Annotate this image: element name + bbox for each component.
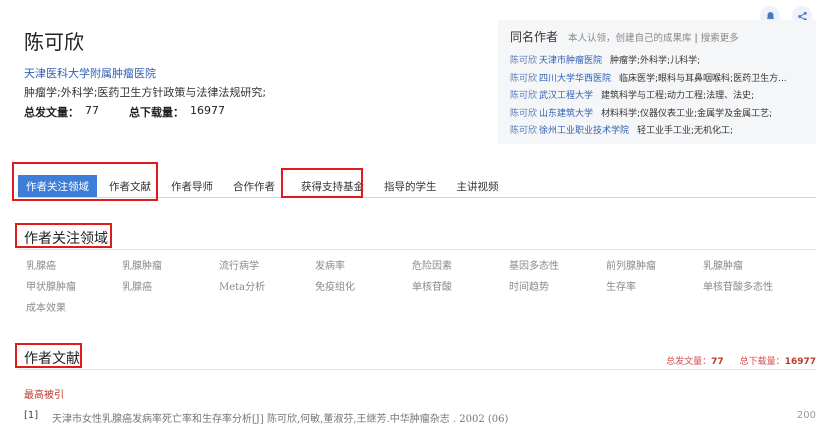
keyword-link[interactable]: 免疫组化 (315, 278, 355, 293)
keyword-link[interactable]: 前列腺肿瘤 (606, 257, 656, 272)
focus-divider (18, 249, 816, 250)
keyword-link[interactable]: 乳腺癌 (122, 278, 152, 293)
total-pub-value: 77 (85, 104, 99, 117)
claim-text[interactable]: 本人认领，创建自己的成果库 (568, 33, 692, 44)
same-name-row[interactable]: 陈可欣 山东建筑大学 材料科学;仪器仪表工业;金属学及金属工艺; (510, 106, 804, 124)
highlight-box-literature-title (15, 343, 82, 368)
same-name-subtitle: 本人认领，创建自己的成果库 | 搜索更多 (568, 30, 739, 44)
tab-mentors[interactable]: 作者导师 (163, 175, 221, 197)
reference-number: [1] (24, 410, 39, 421)
highlight-box-tab-funds (281, 168, 363, 198)
same-name-author[interactable]: 陈可欣 (510, 53, 539, 71)
total-pub-label: 总发文量： (24, 106, 79, 119)
same-name-institution[interactable]: 四川大学华西医院 (539, 71, 611, 89)
same-name-institution[interactable]: 山东建筑大学 (539, 106, 593, 124)
lit-pub-value: 77 (711, 357, 724, 367)
same-name-author[interactable]: 陈可欣 (510, 123, 539, 141)
same-name-fields: 轻工业手工业;无机化工; (637, 126, 734, 136)
author-name: 陈可欣 (24, 30, 84, 54)
same-name-author[interactable]: 陈可欣 (510, 71, 539, 89)
same-name-author[interactable]: 陈可欣 (510, 88, 539, 106)
keyword-link[interactable]: 发病率 (315, 257, 345, 272)
total-dl-value: 16977 (190, 104, 225, 117)
same-name-fields: 肿瘤学;外科学;儿科学; (610, 56, 701, 66)
same-name-fields: 临床医学;眼科与耳鼻咽喉科;医药卫生方... (619, 73, 787, 84)
same-name-author[interactable]: 陈可欣 (510, 106, 539, 124)
most-cited-label[interactable]: 最高被引 (24, 386, 64, 401)
tab-coauthors[interactable]: 合作作者 (225, 175, 283, 197)
same-name-fields: 建筑科学与工程;动力工程;法理、法史; (601, 91, 755, 101)
reference-citation-count: 200 (796, 410, 816, 421)
keyword-link[interactable]: Meta分析 (219, 278, 265, 293)
keyword-link[interactable]: 基因多态性 (509, 257, 559, 272)
same-name-row[interactable]: 陈可欣 武汉工程大学 建筑科学与工程;动力工程;法理、法史; (510, 88, 804, 106)
highlight-box-focus-title (15, 223, 112, 248)
lit-dl-label: 总下载量： (739, 357, 785, 367)
keyword-link[interactable]: 乳腺肿瘤 (703, 257, 743, 272)
search-more-link[interactable]: 搜索更多 (701, 33, 739, 44)
same-name-row[interactable]: 陈可欣 四川大学华西医院 临床医学;眼科与耳鼻咽喉科;医药卫生方... (510, 71, 804, 89)
keyword-link[interactable]: 危险因素 (412, 257, 452, 272)
reference-item[interactable]: [1] 天津市女性乳腺癌发病率死亡率和生存率分析[J] 陈可欣,何敏,董淑芬,王… (24, 410, 816, 425)
author-fields: 肿瘤学;外科学;医药卫生方针政策与法律法规研究; (24, 86, 267, 99)
keyword-link[interactable]: 时间趋势 (509, 278, 549, 293)
same-name-institution[interactable]: 徐州工业职业技术学院 (539, 123, 629, 141)
reference-text[interactable]: 天津市女性乳腺癌发病率死亡率和生存率分析[J] 陈可欣,何敏,董淑芬,王继芳.中… (52, 410, 797, 425)
keyword-link[interactable]: 乳腺肿瘤 (122, 257, 162, 272)
same-name-row[interactable]: 陈可欣 徐州工业职业技术学院 轻工业手工业;无机化工; (510, 123, 804, 141)
keyword-link[interactable]: 乳腺癌 (26, 257, 56, 272)
keyword-link[interactable]: 甲状腺肿瘤 (26, 278, 76, 293)
tab-videos[interactable]: 主讲视频 (449, 175, 507, 197)
keyword-link[interactable]: 单核苷酸多态性 (703, 278, 773, 293)
same-name-authors-panel: 同名作者 本人认领，创建自己的成果库 | 搜索更多 陈可欣 天津市肿瘤医院 肿瘤学;… (498, 20, 816, 144)
same-name-row[interactable]: 陈可欣 天津市肿瘤医院 肿瘤学;外科学;儿科学; (510, 53, 804, 71)
author-institution-link[interactable]: 天津医科大学附属肿瘤医院 (24, 65, 156, 81)
literature-stats: 总发文量：77 总下载量：16977 (666, 354, 816, 367)
literature-divider (18, 369, 816, 370)
tab-students[interactable]: 指导的学生 (376, 175, 445, 197)
same-name-title: 同名作者 (510, 30, 559, 44)
same-name-institution[interactable]: 武汉工程大学 (539, 88, 593, 106)
lit-pub-label: 总发文量： (666, 357, 712, 367)
lit-dl-value: 16977 (784, 357, 816, 367)
author-stats: 总发文量： 77 总下载量： 16977 (24, 104, 225, 120)
keyword-link[interactable]: 成本效果 (26, 299, 66, 314)
same-name-fields: 材料科学;仪器仪表工业;金属学及金属工艺; (601, 108, 773, 119)
highlight-box-tab-focus (12, 162, 158, 201)
same-name-institution[interactable]: 天津市肿瘤医院 (539, 53, 602, 71)
keyword-link[interactable]: 流行病学 (219, 257, 259, 272)
separator: | (694, 33, 698, 44)
total-dl-label: 总下载量： (129, 106, 184, 119)
keyword-link[interactable]: 生存率 (606, 278, 636, 293)
keyword-link[interactable]: 单核苷酸 (412, 278, 452, 293)
